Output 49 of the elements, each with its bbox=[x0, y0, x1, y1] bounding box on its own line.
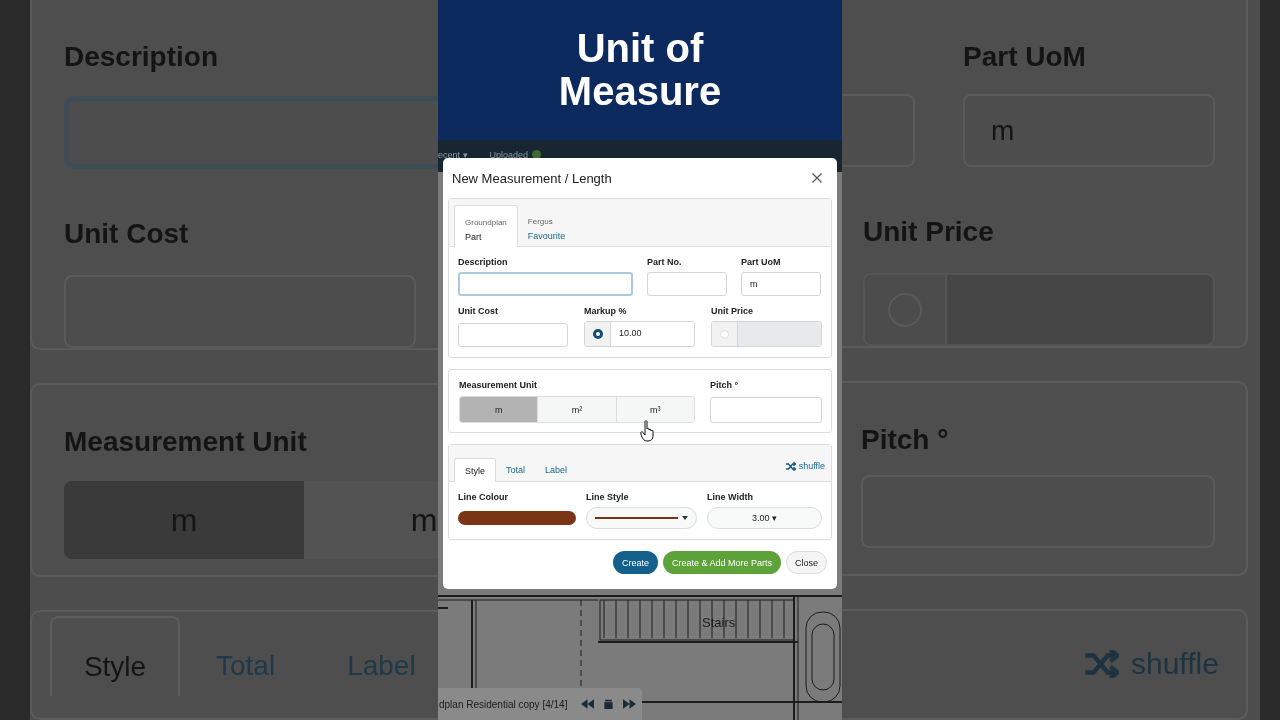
description-field[interactable] bbox=[64, 96, 438, 169]
tab[interactable]: Label bbox=[535, 458, 578, 482]
unit-option[interactable]: m³ bbox=[615, 397, 694, 422]
field-label: Measurement Unit bbox=[459, 380, 539, 390]
menu-item[interactable]: ecent ▾ bbox=[438, 150, 468, 160]
unit-option[interactable]: m bbox=[460, 397, 538, 422]
field-label: Part UoM bbox=[741, 257, 782, 267]
room-label: Stairs bbox=[702, 615, 736, 630]
stack-icon[interactable] bbox=[602, 699, 616, 709]
unit-option[interactable]: m² bbox=[537, 397, 616, 422]
part-uom-field[interactable]: m bbox=[741, 272, 821, 296]
field-label: Unit Price bbox=[711, 306, 754, 316]
field-label: Part No. bbox=[647, 257, 683, 267]
dialog-button[interactable]: Create & Add More Parts bbox=[662, 551, 781, 574]
field-label: Line Colour bbox=[458, 492, 509, 502]
field-label: Unit Cost bbox=[64, 217, 189, 251]
document-name: dplan Residential copy [4/14] bbox=[439, 698, 568, 710]
part-number-field[interactable] bbox=[647, 272, 727, 296]
dialog-button[interactable]: Create bbox=[612, 551, 658, 574]
source-tab[interactable]: Fergus Favourite bbox=[517, 205, 576, 247]
field-label: Pitch ° bbox=[861, 423, 949, 457]
banner-title: Unit of Measure bbox=[557, 27, 723, 113]
menu-item[interactable]: Uploaded bbox=[489, 150, 529, 160]
close-icon[interactable] bbox=[812, 173, 822, 183]
field-label: Pitch ° bbox=[710, 380, 740, 390]
line-style-select[interactable] bbox=[586, 507, 697, 529]
caret-icon bbox=[682, 516, 688, 520]
field-label: Unit Price bbox=[863, 215, 994, 249]
field-label: Line Width bbox=[707, 492, 754, 502]
field-label: Unit Cost bbox=[458, 306, 499, 316]
field-label: Description bbox=[458, 257, 509, 267]
field-label: Part UoM bbox=[963, 40, 1086, 74]
input-field[interactable] bbox=[842, 94, 915, 167]
hand-cursor-icon bbox=[640, 420, 656, 442]
tab[interactable]: Style bbox=[454, 458, 496, 482]
line-width-select[interactable]: 3.00 ▾ bbox=[707, 507, 822, 529]
field-label: Line Style bbox=[586, 492, 630, 502]
source-tab[interactable]: Groundplan Part bbox=[454, 205, 518, 247]
fast-forward-icon[interactable] bbox=[623, 699, 637, 709]
rewind-icon[interactable] bbox=[581, 699, 595, 709]
dialog-title: New Measurement / Length bbox=[452, 170, 612, 186]
shuffle-link[interactable]: shuffle bbox=[798, 461, 825, 471]
field-label: Markup % bbox=[584, 306, 628, 316]
field-label: Description bbox=[64, 40, 219, 74]
field-label: Measurement Unit bbox=[64, 425, 307, 459]
tab[interactable]: Total bbox=[496, 458, 536, 482]
shuffle-icon[interactable] bbox=[785, 461, 796, 471]
colour-swatch[interactable] bbox=[458, 511, 576, 525]
dialog-button[interactable]: Close bbox=[786, 551, 827, 574]
